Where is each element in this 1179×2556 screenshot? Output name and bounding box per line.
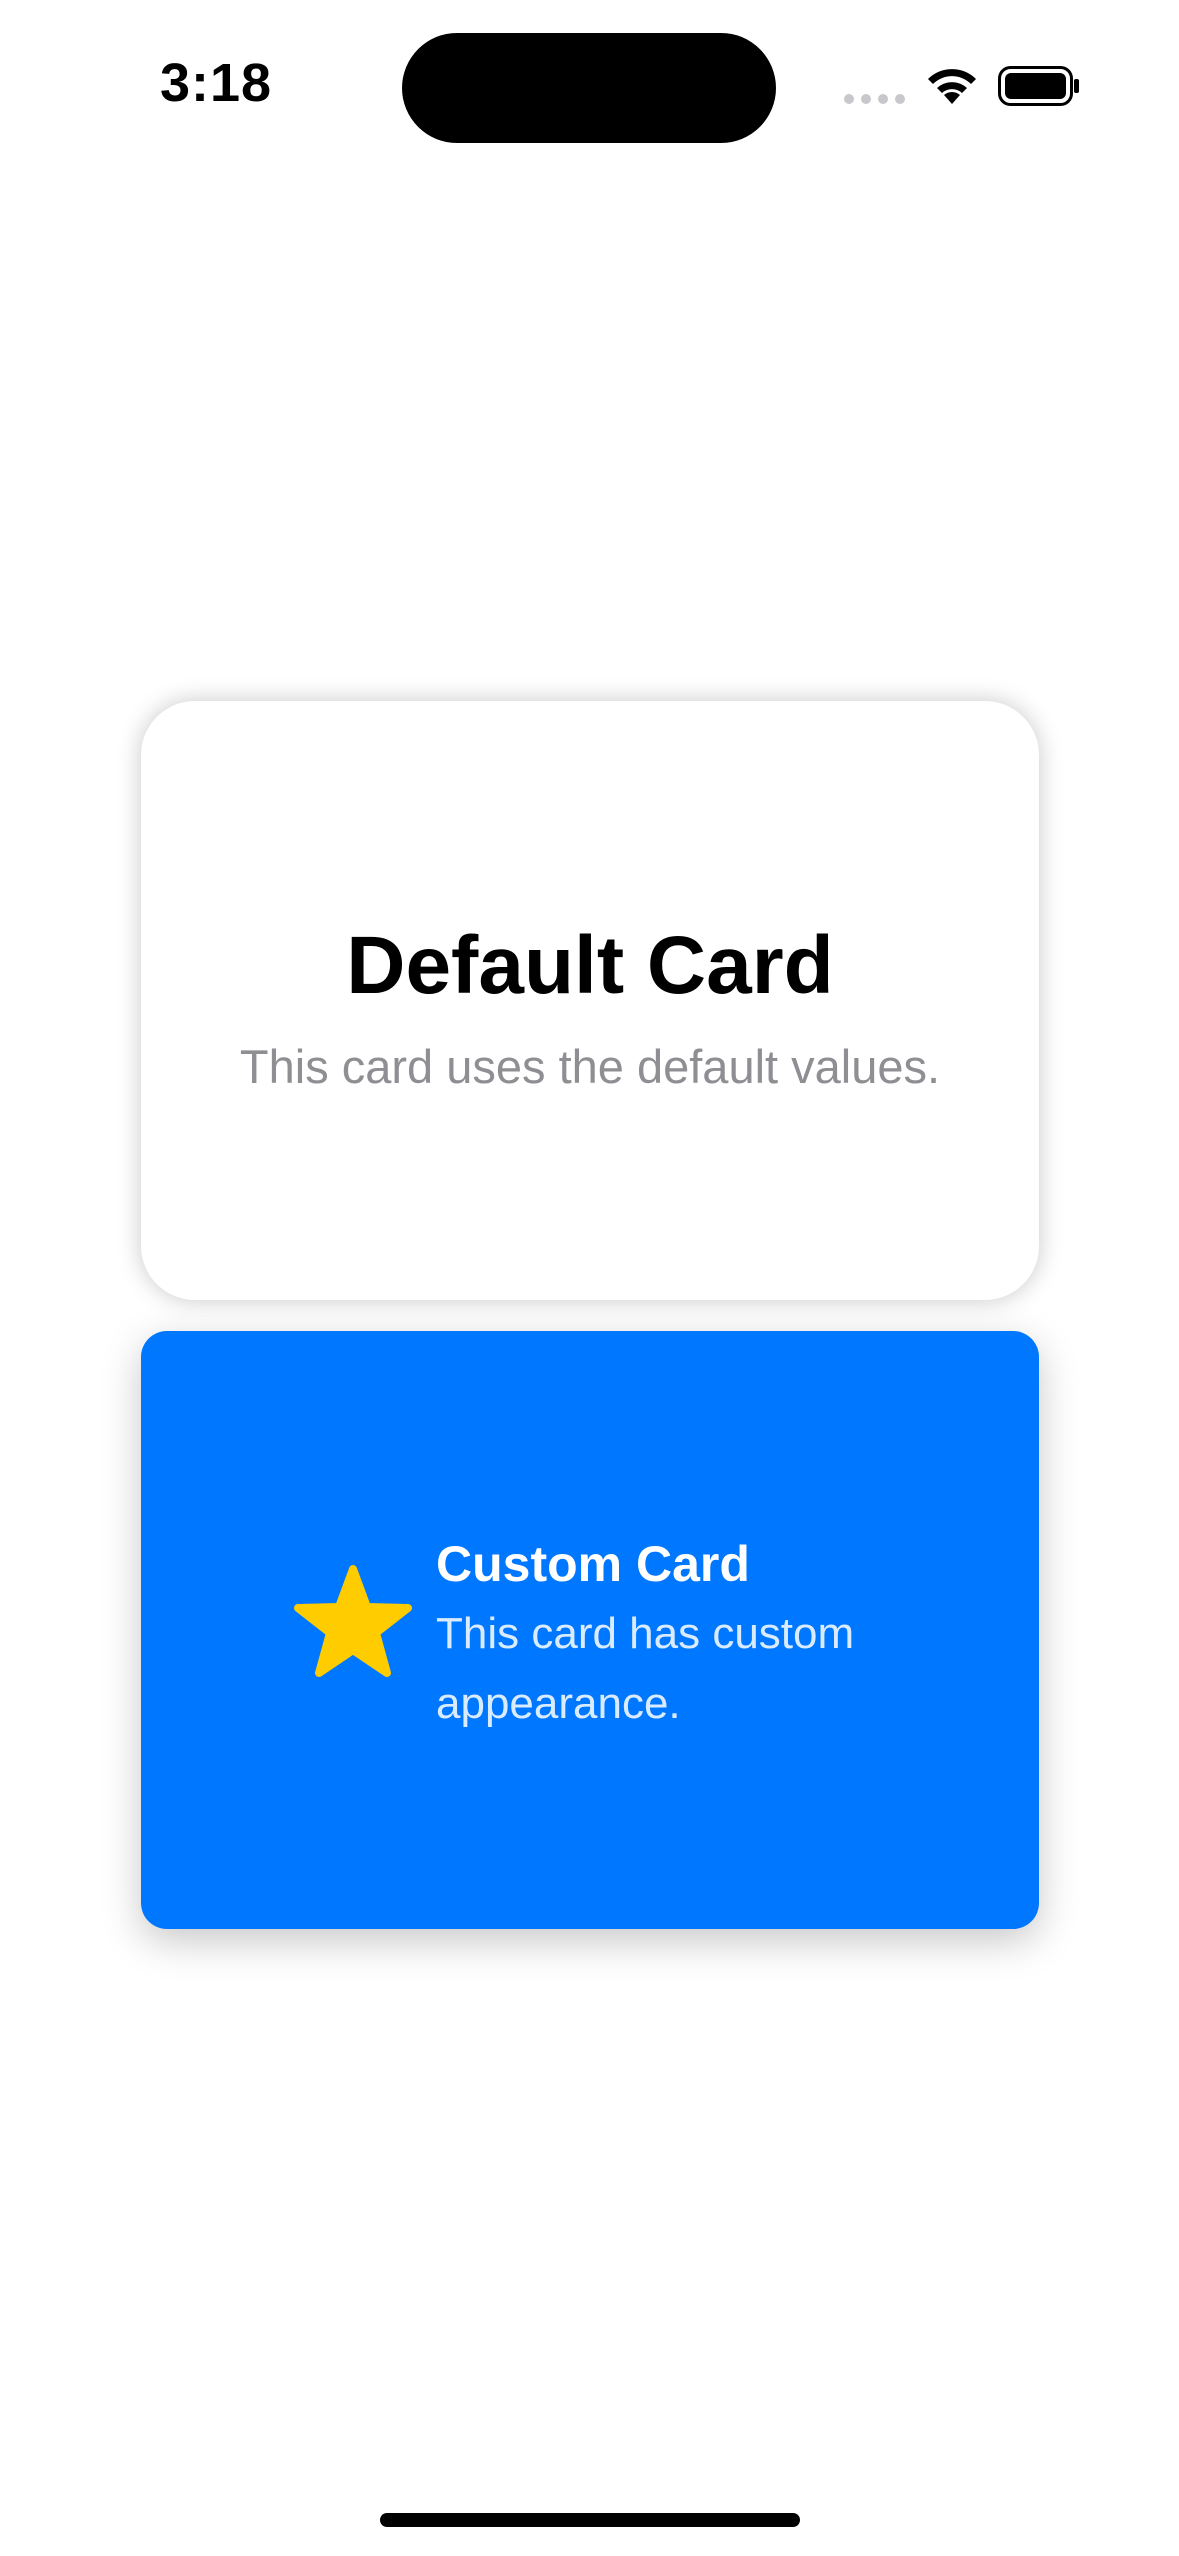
custom-card-subtitle: This card has custom appearance. bbox=[436, 1609, 855, 1728]
custom-card-title: Custom Card bbox=[436, 1536, 750, 1592]
wifi-icon bbox=[928, 69, 976, 104]
battery-icon bbox=[998, 66, 1079, 106]
default-card[interactable]: Default Card This card uses the default … bbox=[141, 701, 1039, 1300]
default-card-subtitle: This card uses the default values. bbox=[239, 1040, 941, 1093]
app-screen: 3:18 Default Card This card uses the def… bbox=[0, 0, 1179, 2556]
status-time: 3:18 bbox=[160, 53, 273, 113]
home-indicator[interactable] bbox=[380, 2513, 800, 2527]
custom-card-text: Custom Card This card has custom appeara… bbox=[436, 1531, 956, 1739]
cellular-signal-icon bbox=[844, 94, 906, 104]
custom-card[interactable]: Custom Card This card has custom appeara… bbox=[141, 1331, 1039, 1929]
star-icon bbox=[294, 1565, 412, 1677]
default-card-title: Default Card bbox=[346, 920, 834, 1011]
dynamic-island bbox=[402, 33, 776, 143]
